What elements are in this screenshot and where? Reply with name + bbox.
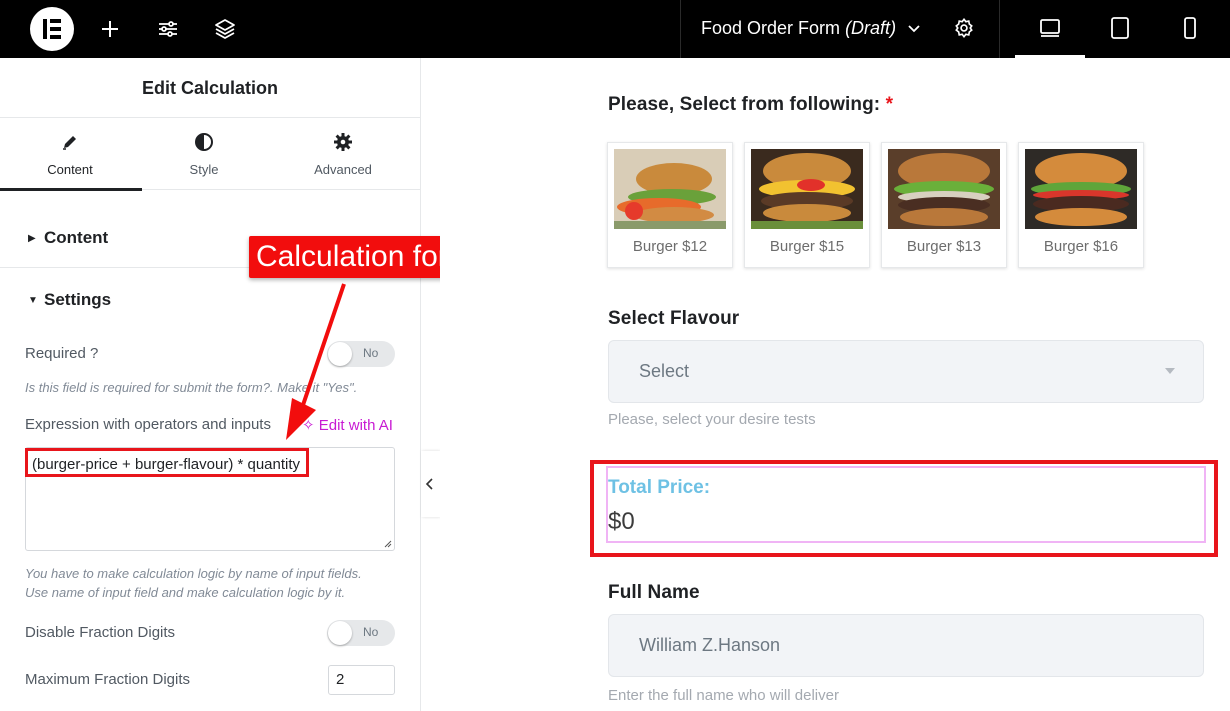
total-price-value: $0 <box>608 508 635 535</box>
disable-fraction-toggle[interactable]: No <box>327 620 395 646</box>
burger-caption: Burger $15 <box>769 238 845 255</box>
flavour-label: Select Flavour <box>608 308 740 329</box>
document-title-menu[interactable]: Food Order Form (Draft) <box>680 0 1000 58</box>
section-settings-title: Settings <box>44 290 112 309</box>
burger-image <box>614 149 726 229</box>
add-element-icon[interactable] <box>97 16 123 42</box>
burger-option-3[interactable]: Burger $13 <box>881 142 1007 268</box>
required-label: Required ? <box>25 345 99 362</box>
tablet-view-icon[interactable] <box>1085 0 1155 58</box>
annotation-arrow-icon <box>286 283 346 440</box>
page-settings-gear-icon[interactable] <box>953 17 975 39</box>
tab-advanced[interactable]: Advanced <box>273 118 413 190</box>
burger-option-2[interactable]: Burger $15 <box>744 142 870 268</box>
document-title: Food Order Form (Draft) <box>701 18 897 38</box>
burger-image <box>888 149 1000 229</box>
burger-select-label: Please, Select from following: * <box>608 94 894 115</box>
caret-right-icon: ▶ <box>28 233 36 244</box>
burger-image <box>751 149 863 229</box>
site-settings-icon[interactable] <box>155 16 181 42</box>
chevron-left-icon <box>425 478 433 490</box>
mobile-view-icon[interactable] <box>1155 0 1225 58</box>
expression-highlight-box <box>25 448 309 477</box>
full-name-hint: Enter the full name who will deliver <box>608 687 839 704</box>
burger-image <box>1025 149 1137 229</box>
half-circle-icon <box>195 133 213 151</box>
dropdown-caret-icon <box>1165 368 1175 374</box>
burger-caption: Burger $13 <box>906 238 982 255</box>
panel-collapse-button[interactable] <box>421 451 440 517</box>
max-fraction-input[interactable]: 2 <box>328 665 395 695</box>
tab-style[interactable]: Style <box>134 118 274 190</box>
full-name-placeholder: William Z.Hanson <box>639 635 781 655</box>
top-bar: Food Order Form (Draft) <box>0 0 1230 58</box>
expression-label: Expression with operators and inputs <box>25 416 271 433</box>
burger-option-1[interactable]: Burger $12 <box>607 142 733 268</box>
pencil-icon <box>63 136 76 150</box>
flavour-select-value: Select <box>639 361 690 381</box>
full-name-input[interactable]: William Z.Hanson <box>608 614 1204 677</box>
tab-style-label: Style <box>189 162 219 177</box>
caret-down-icon: ▼ <box>28 295 38 306</box>
burger-caption: Burger $12 <box>632 238 708 255</box>
desktop-view-icon[interactable] <box>1015 0 1085 58</box>
resize-grip-icon[interactable] <box>383 539 392 548</box>
gear-icon <box>334 133 352 151</box>
burger-option-4[interactable]: Burger $16 <box>1018 142 1144 268</box>
full-name-label: Full Name <box>608 582 700 603</box>
max-fraction-label: Maximum Fraction Digits <box>25 671 191 688</box>
panel-tabs: Content Style Advanced <box>0 118 420 191</box>
elementor-logo-icon[interactable] <box>30 7 74 51</box>
form-preview: Please, Select from following: * Burger … <box>440 58 1230 711</box>
disable-fraction-label: Disable Fraction Digits <box>25 624 176 641</box>
burger-caption: Burger $16 <box>1043 238 1119 255</box>
burger-options: Burger $12 Burger $15 Burger $13 Burger … <box>607 142 1147 268</box>
panel-title: Edit Calculation <box>0 58 420 118</box>
required-asterisk: * <box>885 94 894 115</box>
tab-advanced-label: Advanced <box>314 162 372 177</box>
flavour-select[interactable]: Select <box>608 340 1204 403</box>
layers-icon[interactable] <box>212 16 238 42</box>
required-toggle-text: No <box>363 346 379 360</box>
flavour-hint: Please, select your desire tests <box>608 411 816 428</box>
disable-fraction-toggle-text: No <box>363 625 379 639</box>
section-content-title: Content <box>44 228 109 247</box>
total-price-label: Total Price: <box>608 477 711 498</box>
expression-help-2: Use name of input field and make calcula… <box>25 585 346 600</box>
tab-content-label: Content <box>47 162 93 177</box>
chevron-down-icon[interactable] <box>906 20 922 36</box>
tab-content[interactable]: Content <box>0 118 142 191</box>
expression-help-1: You have to make calculation logic by na… <box>25 566 362 581</box>
